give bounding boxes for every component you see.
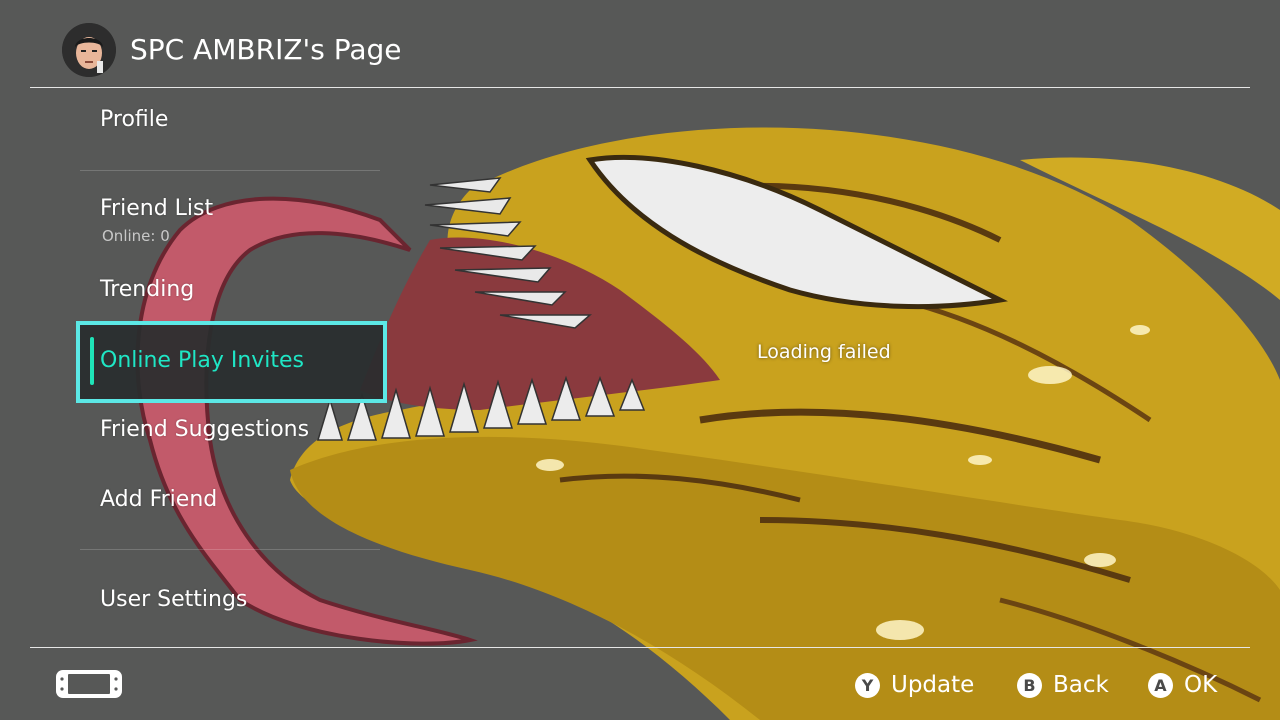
menu-item-user-settings[interactable]: User Settings	[100, 585, 247, 615]
footer-divider	[30, 647, 1250, 648]
update-button[interactable]: Y Update	[855, 670, 974, 700]
ok-button[interactable]: A OK	[1148, 670, 1217, 700]
menu-item-friend-suggestions[interactable]: Friend Suggestions	[100, 415, 309, 445]
menu-item-label: Online Play Invites	[100, 348, 305, 373]
menu-item-profile[interactable]: Profile	[100, 105, 168, 135]
loading-status: Loading failed	[757, 341, 891, 363]
switch-console-icon	[56, 670, 122, 698]
menu-divider	[80, 170, 380, 171]
menu-item-friend-list[interactable]: Friend List	[100, 194, 213, 224]
header-divider	[30, 87, 1250, 88]
menu-divider	[80, 549, 380, 550]
menu-item-online-play-invites[interactable]: Online Play Invites	[76, 321, 387, 403]
friend-list-online-count: Online: 0	[102, 227, 170, 245]
selection-indicator	[90, 337, 94, 385]
y-button-icon: Y	[855, 672, 880, 698]
back-label: Back	[1053, 672, 1109, 698]
ok-label: OK	[1184, 672, 1218, 698]
b-button-icon: B	[1017, 672, 1042, 698]
menu-item-add-friend[interactable]: Add Friend	[100, 485, 217, 515]
back-button[interactable]: B Back	[1017, 670, 1109, 700]
mii-avatar-icon[interactable]	[62, 23, 116, 77]
update-label: Update	[891, 672, 975, 698]
menu-item-trending[interactable]: Trending	[100, 275, 194, 305]
page-title: SPC AMBRIZ's Page	[130, 33, 402, 66]
a-button-icon: A	[1148, 672, 1173, 698]
user-page-screen: SPC AMBRIZ's Page Profile Friend List On…	[0, 0, 1280, 720]
page-header: SPC AMBRIZ's Page	[0, 0, 1280, 88]
